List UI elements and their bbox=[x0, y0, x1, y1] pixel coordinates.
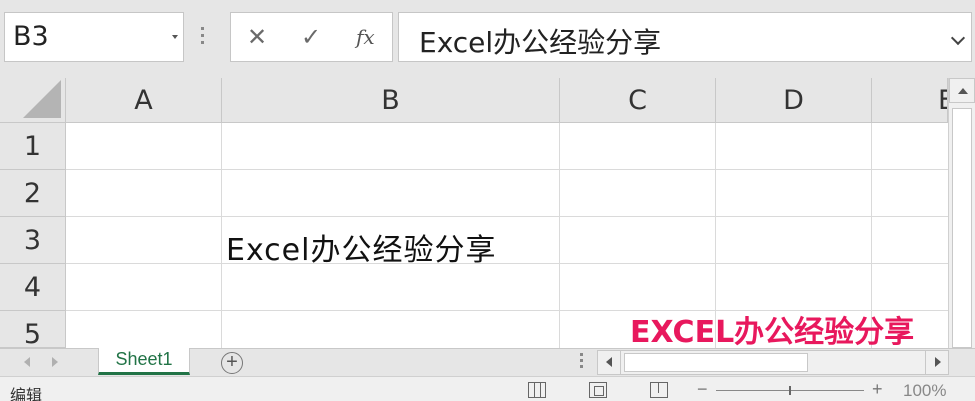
expand-formula-bar-icon[interactable] bbox=[950, 30, 966, 46]
scroll-up-button[interactable] bbox=[949, 78, 975, 103]
row-header-4[interactable]: 4 bbox=[0, 264, 66, 311]
next-sheet-icon[interactable] bbox=[52, 357, 58, 367]
gridline bbox=[66, 263, 948, 264]
enter-icon[interactable]: ✓ bbox=[301, 23, 321, 51]
formula-bar-resize-handle[interactable] bbox=[200, 27, 206, 47]
sheet-tab-bar: Sheet1 + bbox=[0, 348, 975, 376]
status-mode: 编辑 bbox=[10, 388, 43, 401]
gridline bbox=[559, 123, 560, 348]
zoom-in-button[interactable]: + bbox=[872, 379, 883, 400]
cell-b3[interactable]: Excel办公经验分享 bbox=[226, 225, 496, 269]
row-header-3[interactable]: 3 bbox=[0, 217, 66, 264]
insert-function-icon[interactable]: fx bbox=[356, 25, 375, 49]
vertical-scrollbar[interactable] bbox=[948, 78, 975, 348]
name-box-dropdown-icon[interactable] bbox=[172, 35, 178, 39]
page-layout-view-icon[interactable] bbox=[589, 382, 607, 398]
zoom-level[interactable]: 100% bbox=[903, 381, 946, 401]
column-header-c[interactable]: C bbox=[560, 78, 716, 123]
add-sheet-button[interactable]: + bbox=[221, 352, 243, 374]
scroll-right-button[interactable] bbox=[925, 351, 948, 374]
column-header-d[interactable]: D bbox=[716, 78, 872, 123]
horizontal-scrollbar[interactable] bbox=[597, 350, 949, 375]
gridline bbox=[221, 123, 222, 348]
zoom-slider-handle[interactable] bbox=[789, 386, 791, 395]
gridline bbox=[66, 216, 948, 217]
arrow-right-icon bbox=[935, 357, 941, 367]
row-header-5[interactable]: 5 bbox=[0, 311, 66, 350]
formula-bar: B3 ✕ ✓ fx Excel办公经验分享 bbox=[0, 0, 975, 78]
formula-content: Excel办公经验分享 bbox=[419, 26, 662, 59]
zoom-slider[interactable] bbox=[716, 386, 864, 395]
name-box[interactable]: B3 bbox=[4, 12, 184, 62]
tab-split-handle[interactable] bbox=[580, 353, 584, 371]
page-break-preview-icon[interactable] bbox=[650, 382, 668, 398]
row-header-2[interactable]: 2 bbox=[0, 170, 66, 217]
column-header-a[interactable]: A bbox=[66, 78, 222, 123]
excel-window: B3 ✕ ✓ fx Excel办公经验分享 A B C D E 1 2 3 4 … bbox=[0, 0, 975, 401]
normal-view-icon[interactable] bbox=[528, 382, 546, 398]
vertical-scroll-thumb[interactable] bbox=[952, 108, 972, 348]
scroll-left-button[interactable] bbox=[598, 351, 621, 374]
watermark-text: EXCEL办公经验分享 bbox=[630, 315, 915, 350]
select-all-triangle-icon bbox=[23, 80, 61, 118]
select-all-button[interactable] bbox=[0, 78, 66, 123]
horizontal-scroll-thumb[interactable] bbox=[624, 353, 808, 372]
cancel-icon[interactable]: ✕ bbox=[247, 23, 267, 51]
formula-input[interactable]: Excel办公经验分享 bbox=[398, 12, 972, 62]
sheet-tab-sheet1[interactable]: Sheet1 bbox=[98, 348, 190, 375]
status-bar: 编辑 − + 100% bbox=[0, 376, 975, 401]
prev-sheet-icon[interactable] bbox=[24, 357, 30, 367]
row-header-1[interactable]: 1 bbox=[0, 123, 66, 170]
column-header-b[interactable]: B bbox=[222, 78, 560, 123]
gridline bbox=[66, 169, 948, 170]
formula-buttons: ✕ ✓ fx bbox=[230, 12, 393, 62]
arrow-left-icon bbox=[606, 357, 612, 367]
column-header-e[interactable]: E bbox=[872, 78, 948, 123]
name-box-value: B3 bbox=[13, 21, 49, 52]
zoom-out-button[interactable]: − bbox=[697, 379, 708, 400]
arrow-up-icon bbox=[958, 88, 968, 94]
